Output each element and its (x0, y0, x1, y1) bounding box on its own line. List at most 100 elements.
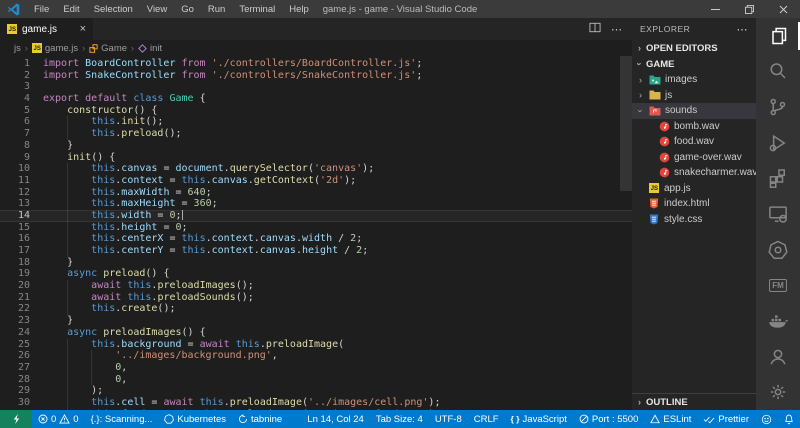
status-javascript[interactable]: { }JavaScript (505, 410, 573, 428)
code-line-1[interactable]: 1import BoardController from './controll… (0, 58, 632, 70)
code-line-2[interactable]: 2import SnakeController from './controll… (0, 70, 632, 82)
code-line-5[interactable]: 5 constructor() { (0, 105, 632, 117)
status-prettier[interactable]: Prettier (697, 410, 755, 428)
activity-settings-icon[interactable] (756, 374, 800, 410)
tree-item-game-over-wav[interactable]: game-over.wav (632, 150, 756, 166)
code-line-19[interactable]: 19 async preload() { (0, 268, 632, 280)
restore-button[interactable] (732, 0, 766, 18)
code-line-20[interactable]: 20 await this.preloadImages(); (0, 280, 632, 292)
activity-extensions-icon[interactable] (756, 161, 800, 197)
code-line-6[interactable]: 6 this.init(); (0, 116, 632, 128)
status-kubernetes[interactable]: Kubernetes (158, 410, 232, 428)
editor-scrollbar[interactable] (620, 56, 632, 410)
activity-fm-icon[interactable]: FM (756, 267, 800, 303)
status-tabnine[interactable]: tabnine (232, 410, 288, 428)
section-open-editors[interactable]: › OPEN EDITORS (632, 40, 756, 56)
breadcrumb-item-Game[interactable]: Game (89, 43, 127, 54)
tree-item-sounds[interactable]: ›sounds (632, 103, 756, 119)
menu-item-run[interactable]: Run (201, 4, 232, 15)
code-line-28[interactable]: 28 0, (0, 374, 632, 386)
tree-item-style-css[interactable]: style.css (632, 212, 756, 228)
code-line-11[interactable]: 11 this.context = this.canvas.getContext… (0, 175, 632, 187)
code-line-16[interactable]: 16 this.centerX = this.context.canvas.wi… (0, 233, 632, 245)
menu-item-terminal[interactable]: Terminal (232, 4, 282, 15)
code-token: this (91, 222, 115, 233)
code-line-7[interactable]: 7 this.preload(); (0, 128, 632, 140)
code-line-14[interactable]: 14 this.width = 0; (0, 210, 632, 222)
code-line-12[interactable]: 12 this.maxWidth = 640; (0, 187, 632, 199)
code-line-23[interactable]: 23 } (0, 315, 632, 327)
tree-item-js[interactable]: ›js (632, 88, 756, 104)
tab-game-js[interactable]: JS game.js × (0, 18, 94, 40)
code-line-31[interactable]: 31 this.food = await this.preloadImage('… (0, 409, 632, 410)
code-editor[interactable]: 1import BoardController from './controll… (0, 56, 632, 410)
code-token: = (145, 397, 163, 408)
tree-item-label: style.css (664, 214, 702, 225)
status-tab-size-4[interactable]: Tab Size: 4 (370, 410, 429, 428)
code-line-10[interactable]: 10 this.canvas = document.querySelector(… (0, 163, 632, 175)
tree-item-index-html[interactable]: index.html (632, 196, 756, 212)
activity-docker-icon[interactable] (756, 303, 800, 339)
tree-item-bomb-wav[interactable]: bomb.wav (632, 119, 756, 135)
status-port-5500[interactable]: Port : 5500 (573, 410, 644, 428)
code-line-17[interactable]: 17 this.centerY = this.context.canvas.he… (0, 245, 632, 257)
status-ln-14-col-24[interactable]: Ln 14, Col 24 (301, 410, 370, 428)
menu-item-view[interactable]: View (140, 4, 174, 15)
breadcrumb-label: game.js (45, 43, 78, 54)
code-line-18[interactable]: 18 } (0, 257, 632, 269)
code-line-21[interactable]: 21 await this.preloadSounds(); (0, 292, 632, 304)
tree-item-app-js[interactable]: JSapp.js (632, 181, 756, 197)
minimize-button[interactable] (698, 0, 732, 18)
breadcrumb-item-game-js[interactable]: JSgame.js (32, 43, 78, 54)
close-tab-icon[interactable]: × (80, 24, 86, 35)
more-actions-icon[interactable]: ⋯ (611, 23, 622, 36)
breadcrumb-item-init[interactable]: init (138, 43, 162, 54)
status-feedback-icon[interactable] (755, 410, 778, 428)
status--scanning-[interactable]: {.}: Scanning... (85, 410, 159, 428)
menu-item-file[interactable]: File (27, 4, 56, 15)
code-line-29[interactable]: 29 ); (0, 385, 632, 397)
status-utf-8[interactable]: UTF-8 (429, 410, 468, 428)
problems-indicator[interactable]: 0 0 (32, 410, 85, 428)
status-crlf[interactable]: CRLF (468, 410, 505, 428)
status-eslint[interactable]: ESLint (644, 410, 697, 428)
status-bell-icon[interactable] (778, 410, 800, 428)
code-line-24[interactable]: 24 async preloadImages() { (0, 327, 632, 339)
code-line-13[interactable]: 13 this.maxHeight = 360; (0, 198, 632, 210)
close-window-button[interactable] (766, 0, 800, 18)
tree-item-images[interactable]: ›images (632, 72, 756, 88)
code-line-22[interactable]: 22 this.create(); (0, 303, 632, 315)
activity-account-icon[interactable] (756, 339, 800, 375)
code-line-25[interactable]: 25 this.background = await this.preloadI… (0, 339, 632, 351)
tree-item-label: game-over.wav (674, 152, 742, 163)
code-line-3[interactable]: 3 (0, 81, 632, 93)
code-token: context (212, 233, 254, 244)
code-line-4[interactable]: 4export default class Game { (0, 93, 632, 105)
scrollbar-slider[interactable] (620, 56, 632, 191)
code-line-15[interactable]: 15 this.height = 0; (0, 222, 632, 234)
split-editor-icon[interactable] (589, 20, 601, 38)
explorer-more-actions-icon[interactable]: ⋯ (737, 23, 749, 36)
activity-remote-explorer-icon[interactable] (756, 196, 800, 232)
menu-item-edit[interactable]: Edit (56, 4, 86, 15)
activity-source-control-icon[interactable] (756, 89, 800, 125)
breadcrumb-item-js[interactable]: js (14, 43, 21, 54)
code-token: height (302, 245, 338, 256)
tree-item-snakecharmer-wav[interactable]: snakecharmer.wav (632, 165, 756, 181)
code-line-27[interactable]: 27 0, (0, 362, 632, 374)
menu-item-selection[interactable]: Selection (87, 4, 140, 15)
menu-item-help[interactable]: Help (282, 4, 316, 15)
activity-search-icon[interactable] (756, 54, 800, 90)
code-line-26[interactable]: 26 '../images/background.png', (0, 350, 632, 362)
section-outline[interactable]: › OUTLINE (632, 393, 756, 410)
activity-run-debug-icon[interactable] (756, 125, 800, 161)
code-line-30[interactable]: 30 this.cell = await this.preloadImage('… (0, 397, 632, 409)
menu-item-go[interactable]: Go (174, 4, 201, 15)
code-line-8[interactable]: 8 } (0, 140, 632, 152)
activity-kubernetes-icon[interactable] (756, 232, 800, 268)
section-project-game[interactable]: › GAME (632, 56, 756, 72)
code-line-9[interactable]: 9 init() { (0, 152, 632, 164)
tree-item-food-wav[interactable]: food.wav (632, 134, 756, 150)
activity-explorer-icon[interactable] (756, 18, 800, 54)
remote-indicator[interactable] (0, 410, 32, 428)
